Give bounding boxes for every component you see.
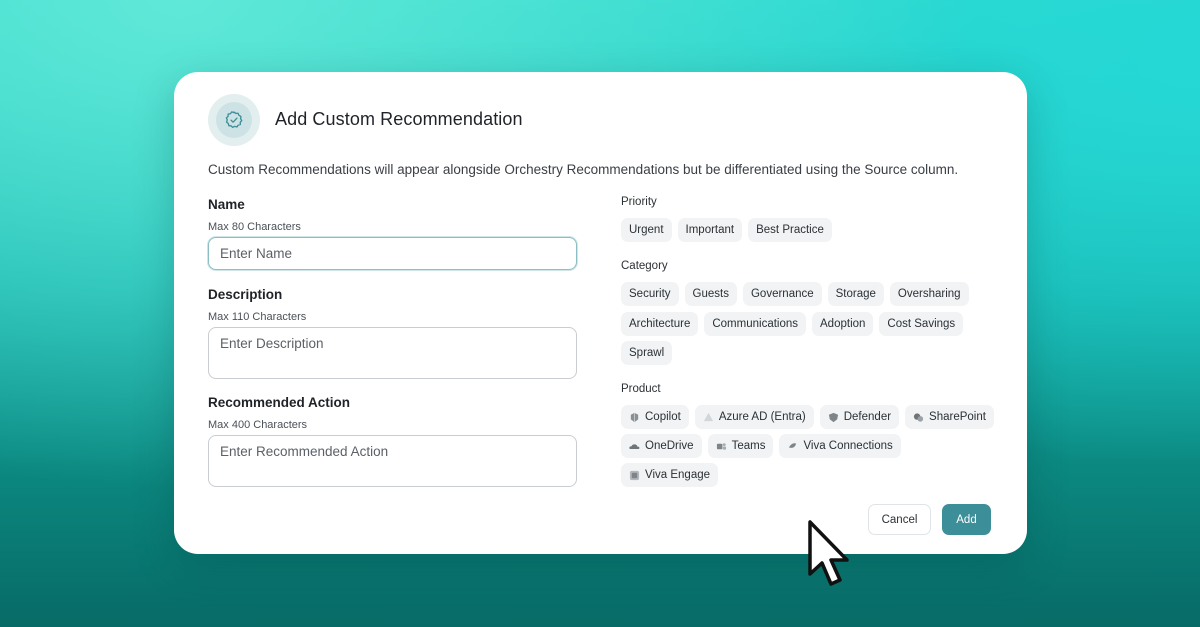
add-button[interactable]: Add — [942, 504, 991, 535]
name-label: Name — [208, 197, 245, 212]
priority-chip-urgent[interactable]: Urgent — [621, 218, 672, 242]
recommended-action-input[interactable] — [208, 435, 577, 487]
azure-ad-icon — [703, 412, 714, 423]
description-label: Description — [208, 287, 283, 302]
dialog-title: Add Custom Recommendation — [275, 109, 523, 129]
category-chip-security[interactable]: Security — [621, 282, 679, 306]
product-chip-label: OneDrive — [645, 440, 694, 452]
category-label: Category — [621, 260, 668, 272]
category-chip-cost-savings[interactable]: Cost Savings — [879, 312, 964, 336]
category-options-row-3: Sprawl — [621, 341, 673, 365]
category-options-row-1: Security Guests Governance Storage Overs… — [621, 282, 969, 306]
category-chip-sprawl[interactable]: Sprawl — [621, 341, 673, 365]
badge-check-icon — [208, 94, 260, 146]
name-input[interactable] — [208, 237, 577, 270]
category-chip-communications[interactable]: Communications — [704, 312, 807, 336]
viva-connections-icon — [787, 441, 798, 452]
add-recommendation-dialog: Add Custom Recommendation Custom Recomme… — [174, 72, 1027, 554]
product-chip-label: Defender — [843, 411, 892, 423]
category-chip-storage[interactable]: Storage — [827, 282, 884, 306]
priority-chip-best-practice[interactable]: Best Practice — [748, 218, 832, 242]
product-chip-label: Copilot — [645, 411, 681, 423]
dialog-subtitle: Custom Recommendations will appear along… — [208, 162, 959, 177]
sharepoint-icon — [913, 412, 924, 423]
product-chip-viva-engage[interactable]: Viva Engage — [621, 463, 719, 487]
viva-engage-icon — [629, 470, 640, 481]
product-chip-sharepoint[interactable]: SharePoint — [905, 405, 994, 429]
product-chip-onedrive[interactable]: OneDrive — [621, 434, 702, 458]
product-chip-label: Azure AD (Entra) — [718, 411, 806, 423]
priority-chip-important[interactable]: Important — [677, 218, 743, 242]
product-options-row-2: OneDrive Teams Viva Connections — [621, 434, 901, 458]
teams-icon — [716, 441, 727, 452]
product-options-row-1: Copilot Azure AD (Entra) Defender ShareP… — [621, 405, 994, 429]
product-chip-azure-ad[interactable]: Azure AD (Entra) — [694, 405, 814, 429]
category-options-row-2: Architecture Communications Adoption Cos… — [621, 312, 964, 336]
description-hint: Max 110 Characters — [208, 311, 307, 323]
product-chip-label: SharePoint — [929, 411, 986, 423]
onedrive-icon — [629, 441, 640, 452]
defender-icon — [828, 412, 839, 423]
name-hint: Max 80 Characters — [208, 221, 301, 233]
copilot-icon — [629, 412, 640, 423]
product-chip-label: Viva Engage — [645, 469, 711, 481]
category-chip-adoption[interactable]: Adoption — [812, 312, 874, 336]
cancel-button[interactable]: Cancel — [868, 504, 931, 535]
recommended-action-hint: Max 400 Characters — [208, 419, 308, 431]
category-chip-guests[interactable]: Guests — [684, 282, 737, 306]
product-chip-teams[interactable]: Teams — [707, 434, 774, 458]
product-chip-copilot[interactable]: Copilot — [621, 405, 689, 429]
mouse-pointer-icon — [808, 520, 849, 586]
priority-label: Priority — [621, 196, 657, 208]
product-label: Product — [621, 383, 661, 395]
product-chip-label: Teams — [731, 440, 766, 452]
category-chip-architecture[interactable]: Architecture — [621, 312, 699, 336]
description-input[interactable] — [208, 327, 577, 379]
category-chip-oversharing[interactable]: Oversharing — [889, 282, 969, 306]
product-chip-viva-connections[interactable]: Viva Connections — [779, 434, 901, 458]
category-chip-governance[interactable]: Governance — [742, 282, 822, 306]
product-chip-defender[interactable]: Defender — [819, 405, 900, 429]
recommended-action-label: Recommended Action — [208, 395, 351, 410]
product-options-row-3: Viva Engage — [621, 463, 719, 487]
priority-options: Urgent Important Best Practice — [621, 218, 832, 242]
product-chip-label: Viva Connections — [803, 440, 893, 452]
